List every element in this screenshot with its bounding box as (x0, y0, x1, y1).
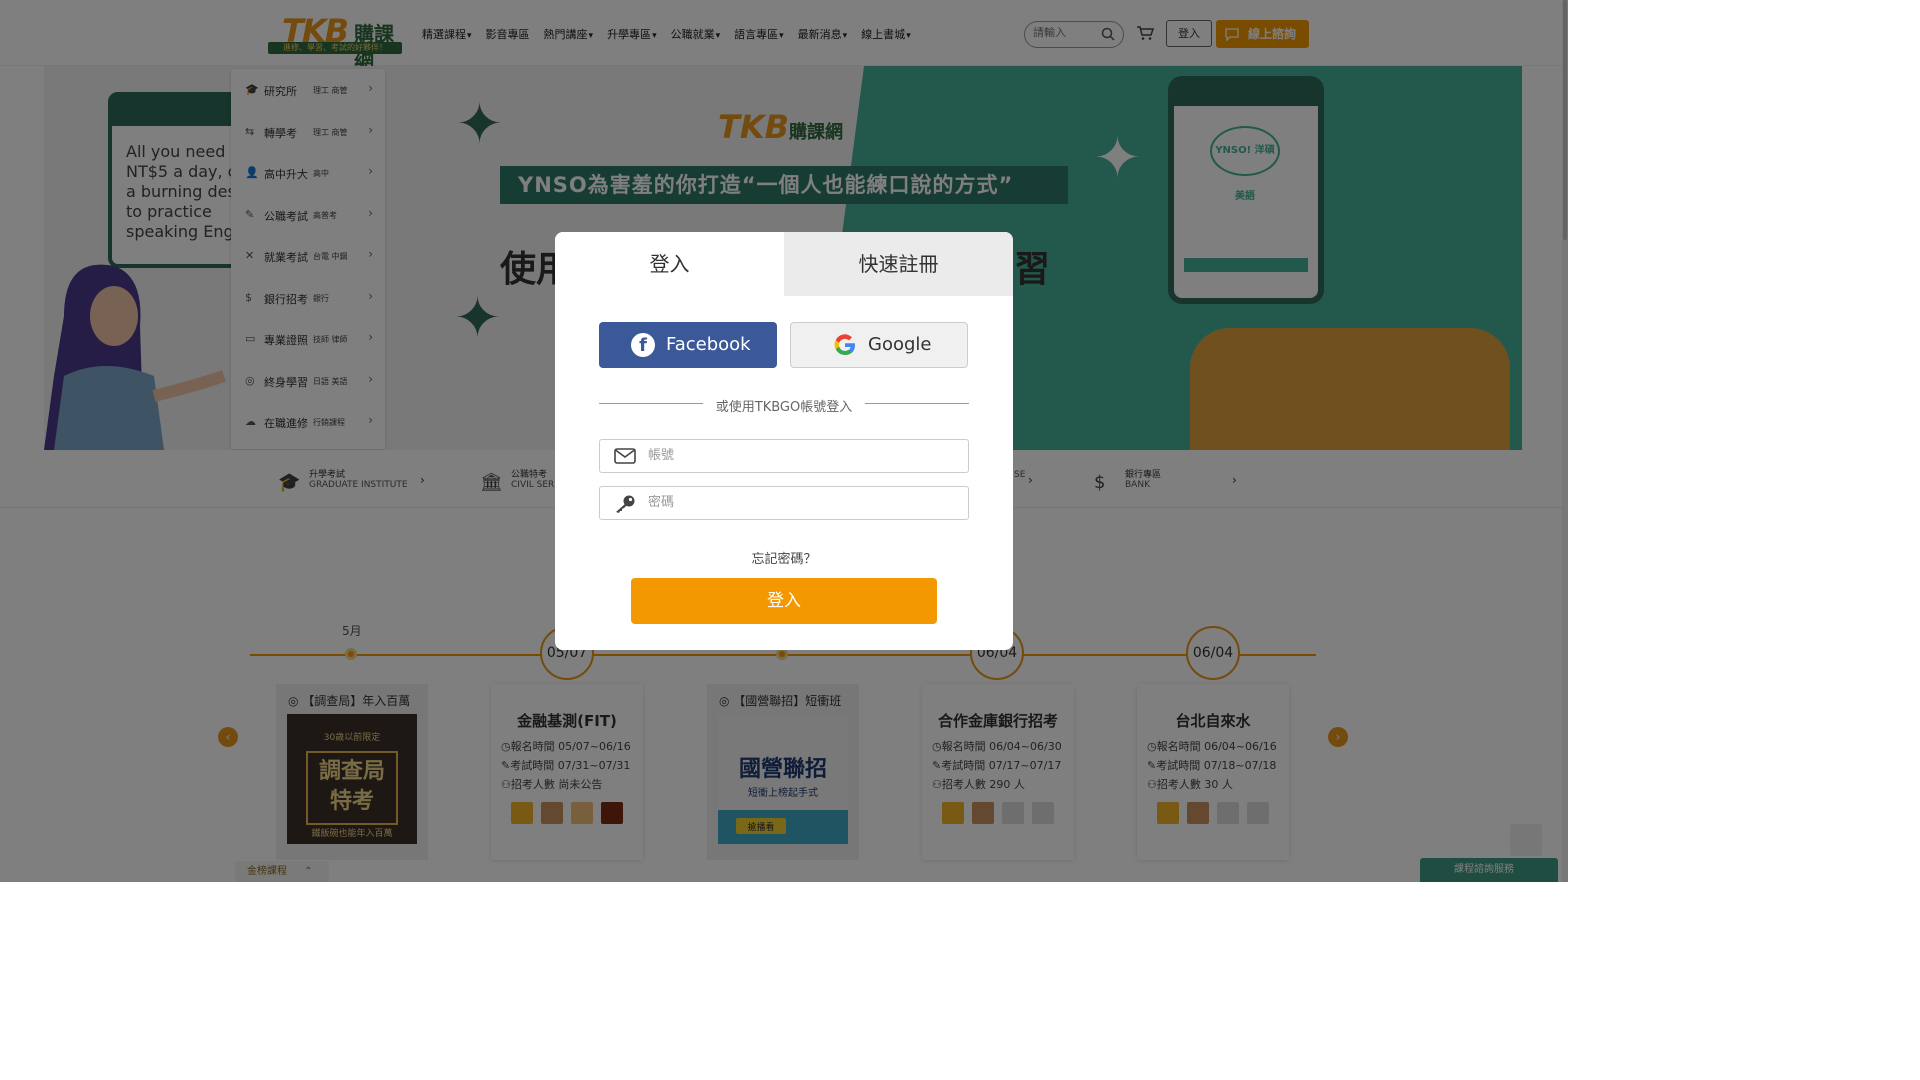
google-login-button[interactable]: Google (790, 322, 968, 368)
divider-text: 或使用TKBGO帳號登入 (715, 400, 853, 415)
tab-quick-register[interactable]: 快速註冊 (784, 232, 1013, 296)
forgot-password-link[interactable]: 忘記密碼？ (555, 548, 1013, 567)
key-icon (616, 495, 635, 513)
login-modal: 登入 快速註冊 f Facebook Google 或使用TKBGO帳號登入 忘… (555, 232, 1013, 650)
account-field[interactable] (599, 439, 969, 473)
password-input[interactable] (648, 495, 948, 510)
password-field[interactable] (599, 486, 969, 520)
envelope-icon (614, 448, 636, 464)
account-input[interactable] (648, 448, 948, 463)
facebook-label: Facebook (666, 334, 751, 355)
facebook-login-button[interactable]: f Facebook (599, 322, 777, 368)
tab-login[interactable]: 登入 (555, 232, 784, 296)
google-label: Google (868, 334, 932, 355)
login-divider: 或使用TKBGO帳號登入 (599, 394, 969, 415)
google-icon (834, 334, 855, 356)
facebook-icon: f (631, 333, 655, 357)
login-submit-button[interactable]: 登入 (631, 578, 937, 624)
